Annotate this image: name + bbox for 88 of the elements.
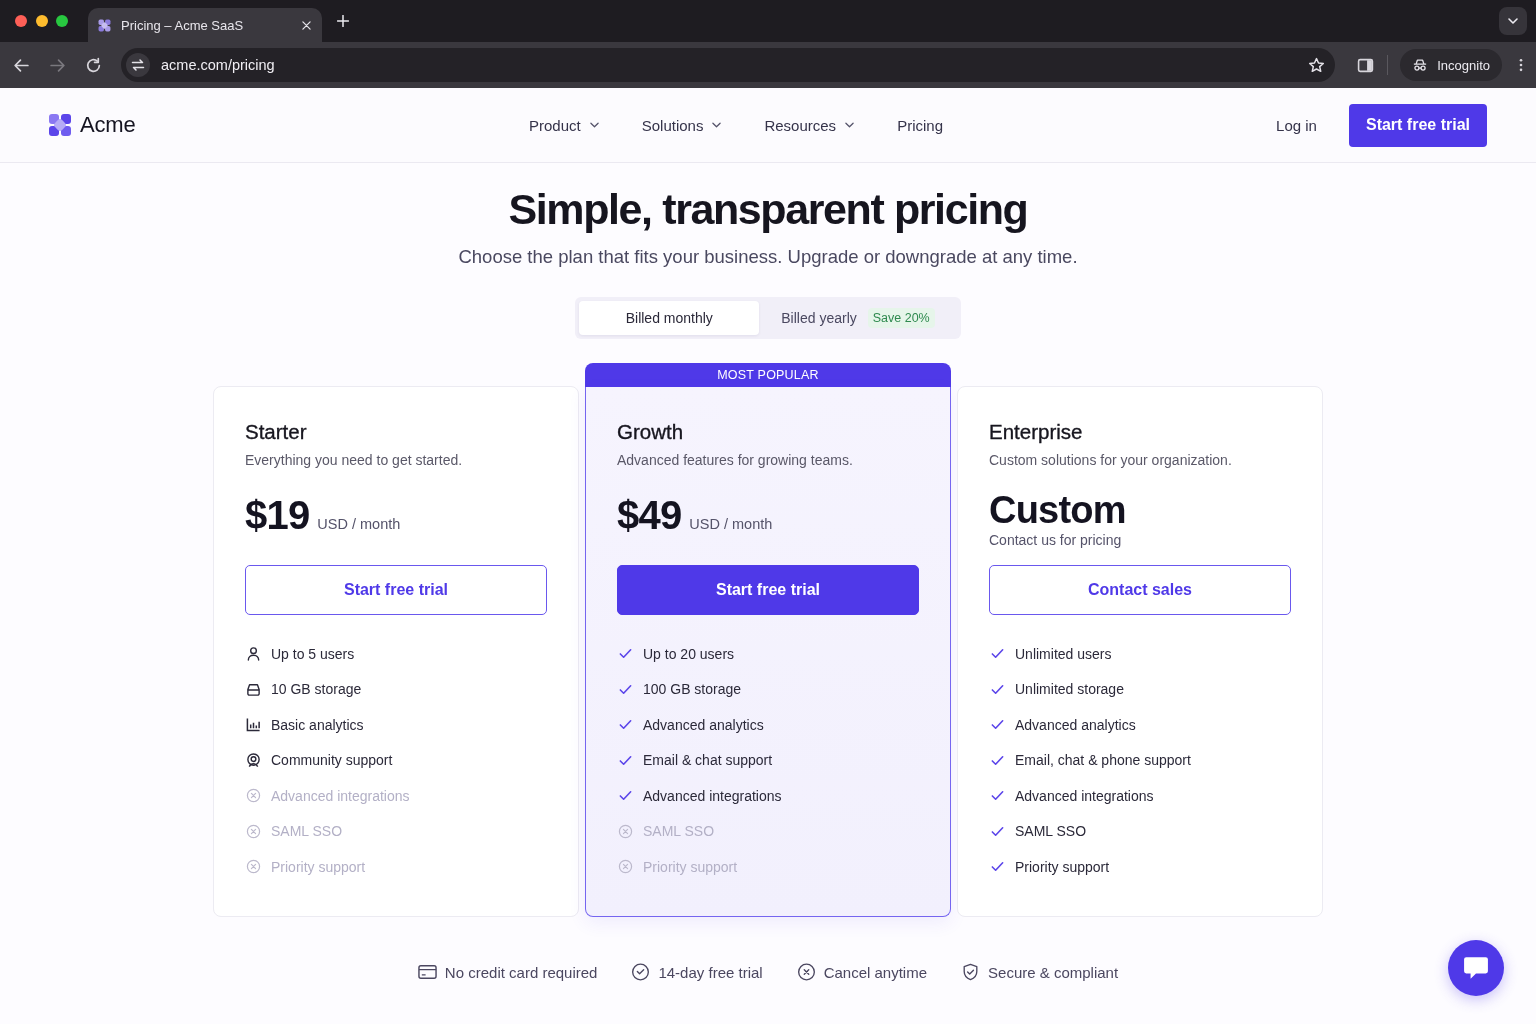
feature-text: Priority support (643, 858, 738, 875)
profile-button[interactable]: Incognito (1400, 49, 1502, 81)
chevron-down-icon (845, 122, 855, 128)
plan-price: $19 (245, 492, 310, 539)
plan-description: Advanced features for growing teams. (617, 451, 854, 470)
plan-button[interactable]: Contact sales (989, 565, 1291, 615)
feature-text: Unlimited storage (1015, 681, 1124, 698)
x-circle-icon (246, 859, 261, 875)
feature-text: Basic analytics (271, 716, 364, 733)
webcam-icon (246, 752, 261, 768)
price-note: Contact us for pricing (989, 531, 1123, 550)
price-unit: USD / month (317, 516, 401, 532)
discount-badge: Save 20% (867, 308, 935, 328)
perk-text: Secure & compliant (988, 963, 1119, 981)
feature-text: Up to 5 users (271, 645, 355, 662)
feature-text: Email, chat & phone support (1015, 752, 1191, 769)
plan-button[interactable]: Start free trial (617, 565, 919, 615)
feature-text: Community support (271, 752, 393, 769)
chat-bubble-icon (1463, 956, 1489, 980)
more-menu-icon[interactable] (1519, 58, 1523, 72)
side-panel-icon[interactable] (1357, 56, 1375, 74)
feature-text: SAML SSO (643, 823, 715, 840)
feature-text: Unlimited users (1015, 645, 1112, 662)
feature-text: Advanced analytics (1015, 716, 1136, 733)
window-minimize-icon[interactable] (35, 15, 48, 27)
feature-text: SAML SSO (271, 823, 343, 840)
price-unit: USD / month (689, 516, 773, 532)
brand-name: Acme (80, 112, 136, 138)
x-circle-icon (618, 823, 633, 839)
plan-description: Everything you need to get started. (245, 451, 464, 470)
credit-card-icon (417, 963, 437, 981)
logo-icon[interactable] (48, 113, 72, 137)
feature-text: SAML SSO (1015, 823, 1087, 840)
chevron-down-icon (712, 122, 722, 128)
page-title: Simple, transparent pricing (508, 184, 1028, 235)
feature-text: Advanced integrations (643, 787, 782, 804)
nav-link[interactable]: Product (529, 116, 599, 134)
perk-text: No credit card required (444, 963, 598, 981)
feature-text: Advanced integrations (271, 787, 410, 804)
plan-button[interactable]: Start free trial (245, 565, 547, 615)
popular-ribbon: MOST POPULAR (585, 363, 951, 387)
start-trial-button[interactable]: Start free trial (1348, 103, 1487, 147)
billing-option[interactable]: Billed yearly Save 20% (759, 301, 957, 335)
address-bar[interactable]: acme.com/pricing (121, 48, 1336, 82)
feature-text: Up to 20 users (643, 645, 735, 662)
x-circle-icon (246, 788, 261, 804)
feature-text: Advanced analytics (643, 716, 764, 733)
bar-chart-icon (246, 717, 261, 733)
plan-name: Growth (617, 419, 685, 445)
perk-text: Cancel anytime (823, 963, 928, 981)
favicon-icon (98, 18, 111, 32)
plan-price: $49 (617, 492, 682, 539)
window-close-icon[interactable] (15, 15, 27, 27)
plan-name: Starter (245, 419, 308, 445)
plan-description: Custom solutions for your organization. (989, 451, 1233, 470)
x-circle-icon (618, 859, 633, 875)
reload-icon[interactable] (85, 56, 102, 74)
login-link[interactable]: Log in (1276, 116, 1317, 134)
bookmark-star-icon[interactable] (1308, 56, 1326, 74)
plan-price: Custom (989, 490, 1126, 530)
close-tab-icon[interactable] (302, 20, 311, 30)
x-circle-icon (246, 823, 261, 839)
browser-tab[interactable]: Pricing – Acme SaaS (88, 8, 322, 42)
new-tab-icon[interactable] (337, 15, 349, 27)
nav-link[interactable]: Solutions (641, 116, 722, 134)
feature-text: 100 GB storage (643, 681, 742, 698)
perk-text: 14-day free trial (658, 963, 763, 981)
page-subtitle: Choose the plan that fits your business. Upgrade or downgrade at any time. (458, 245, 1078, 269)
chat-button[interactable] (1448, 940, 1504, 996)
feature-text: 10 GB storage (271, 681, 362, 698)
back-icon[interactable] (13, 56, 30, 74)
check-circle-icon (631, 963, 651, 981)
drive-icon (246, 681, 261, 697)
feature-text: Advanced integrations (1015, 787, 1154, 804)
nav-link[interactable]: Resources (764, 116, 855, 134)
chevron-down-icon[interactable] (1499, 7, 1527, 35)
incognito-icon (1412, 58, 1429, 72)
chevron-down-icon (589, 122, 599, 128)
swap-arrows-icon[interactable] (126, 53, 150, 77)
x-circle-icon (796, 963, 816, 981)
plan-name: Enterprise (989, 419, 1084, 445)
user-icon (246, 646, 261, 662)
feature-text: Priority support (271, 858, 366, 875)
feature-text: Priority support (1015, 858, 1110, 875)
window-zoom-icon[interactable] (56, 15, 68, 27)
nav-link[interactable]: Pricing (897, 116, 943, 134)
feature-text: Email & chat support (643, 752, 773, 769)
billing-option[interactable]: Billed monthly (579, 301, 760, 335)
